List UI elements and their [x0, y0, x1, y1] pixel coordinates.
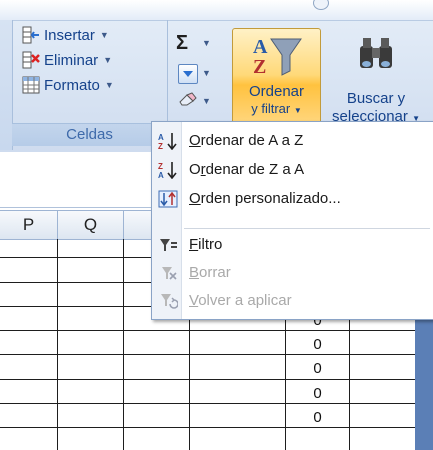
- menu-item-label: Filtro: [189, 236, 223, 253]
- menu-item-custom-sort[interactable]: Orden personalizado...: [152, 185, 433, 213]
- insert-cells-icon: [22, 26, 40, 44]
- dropdown-arrow-icon: ▼: [99, 30, 109, 40]
- grid-row-line: [0, 330, 415, 331]
- fill-icon[interactable]: [178, 64, 198, 84]
- grid-row-line: [0, 403, 415, 404]
- sort-filter-label-line2: y filtrar ▼: [251, 101, 302, 116]
- svg-text:Z: Z: [158, 142, 163, 150]
- sort-filter-button[interactable]: A Z Ordenar y filtrar ▼: [232, 28, 321, 132]
- svg-text:A: A: [158, 171, 164, 179]
- cell-value[interactable]: 0: [286, 385, 349, 402]
- grid-col-line: [57, 239, 58, 450]
- sort-filter-label-line1: Ordenar: [248, 83, 305, 100]
- menu-item-label: Ordenar de Z a A: [189, 161, 305, 178]
- cells-group: Insertar ▼ Eliminar ▼ Formato ▼ Celdas: [12, 20, 168, 150]
- find-select-label-line1: Buscar y: [346, 90, 406, 107]
- sort-filter-menu: A Z Ordenar de A a Z Z A Ordenar de Z a …: [151, 121, 433, 320]
- menu-item-reapply-filter[interactable]: Volver a aplicar: [152, 287, 433, 315]
- grid-col-line: [123, 239, 124, 450]
- svg-text:A: A: [253, 36, 268, 58]
- column-header-p[interactable]: P: [0, 211, 58, 239]
- eraser-icon[interactable]: [178, 92, 198, 106]
- filter-icon: [158, 236, 178, 254]
- insert-button[interactable]: Insertar ▼: [22, 24, 109, 46]
- cell-value[interactable]: 0: [286, 360, 349, 377]
- delete-cells-icon: [22, 51, 40, 69]
- format-button[interactable]: Formato ▼: [22, 74, 114, 96]
- column-header-q[interactable]: Q: [58, 211, 124, 239]
- svg-text:A: A: [158, 133, 164, 142]
- dropdown-arrow-icon: ▼: [104, 80, 114, 90]
- format-cells-icon: [22, 76, 40, 94]
- binoculars-icon: [356, 34, 396, 79]
- menu-item-clear-filter[interactable]: Borrar: [152, 259, 433, 287]
- insert-label: Insertar: [44, 26, 95, 44]
- ribbon-tab-strip: [0, 0, 433, 21]
- svg-text:Z: Z: [253, 56, 266, 77]
- menu-item-sort-a-to-z[interactable]: A Z Ordenar de A a Z: [152, 127, 433, 155]
- dropdown-arrow-icon: ▼: [293, 106, 302, 115]
- cell-value[interactable]: 0: [286, 336, 349, 353]
- custom-sort-icon: [158, 190, 178, 208]
- sort-a-to-z-icon: A Z: [158, 132, 178, 151]
- menu-item-filter[interactable]: Filtro: [152, 231, 433, 259]
- sort-filter-icon: A Z: [249, 33, 305, 78]
- sort-z-to-a-icon: Z A: [158, 161, 178, 180]
- reapply-filter-icon: [158, 292, 179, 310]
- format-label: Formato: [44, 76, 100, 94]
- menu-item-sort-z-to-a[interactable]: Z A Ordenar de Z a A: [152, 156, 433, 184]
- clear-filter-icon: [158, 264, 178, 282]
- find-select-button[interactable]: Buscar y seleccionar ▼: [326, 28, 426, 130]
- grid-row-line: [0, 427, 415, 428]
- dropdown-arrow-icon: ▼: [202, 68, 211, 78]
- menu-item-label: Orden personalizado...: [189, 190, 341, 207]
- autosum-button[interactable]: Σ: [176, 32, 188, 55]
- menu-item-label: Volver a aplicar: [189, 292, 292, 309]
- grid-row-line: [0, 354, 415, 355]
- grid-row-line: [0, 379, 415, 380]
- menu-item-label: Borrar: [189, 264, 231, 281]
- dropdown-arrow-icon: ▼: [202, 38, 211, 48]
- menu-item-label: Ordenar de A a Z: [189, 132, 304, 149]
- delete-button[interactable]: Eliminar ▼: [22, 49, 112, 71]
- menu-separator: [184, 228, 430, 229]
- dropdown-arrow-icon: ▼: [202, 96, 211, 106]
- svg-text:Z: Z: [158, 162, 163, 171]
- delete-label: Eliminar: [44, 51, 99, 69]
- dropdown-arrow-icon: ▼: [103, 55, 113, 65]
- cells-group-label: Celdas: [12, 123, 167, 146]
- circle-icon: [313, 0, 329, 10]
- cell-value[interactable]: 0: [286, 409, 349, 426]
